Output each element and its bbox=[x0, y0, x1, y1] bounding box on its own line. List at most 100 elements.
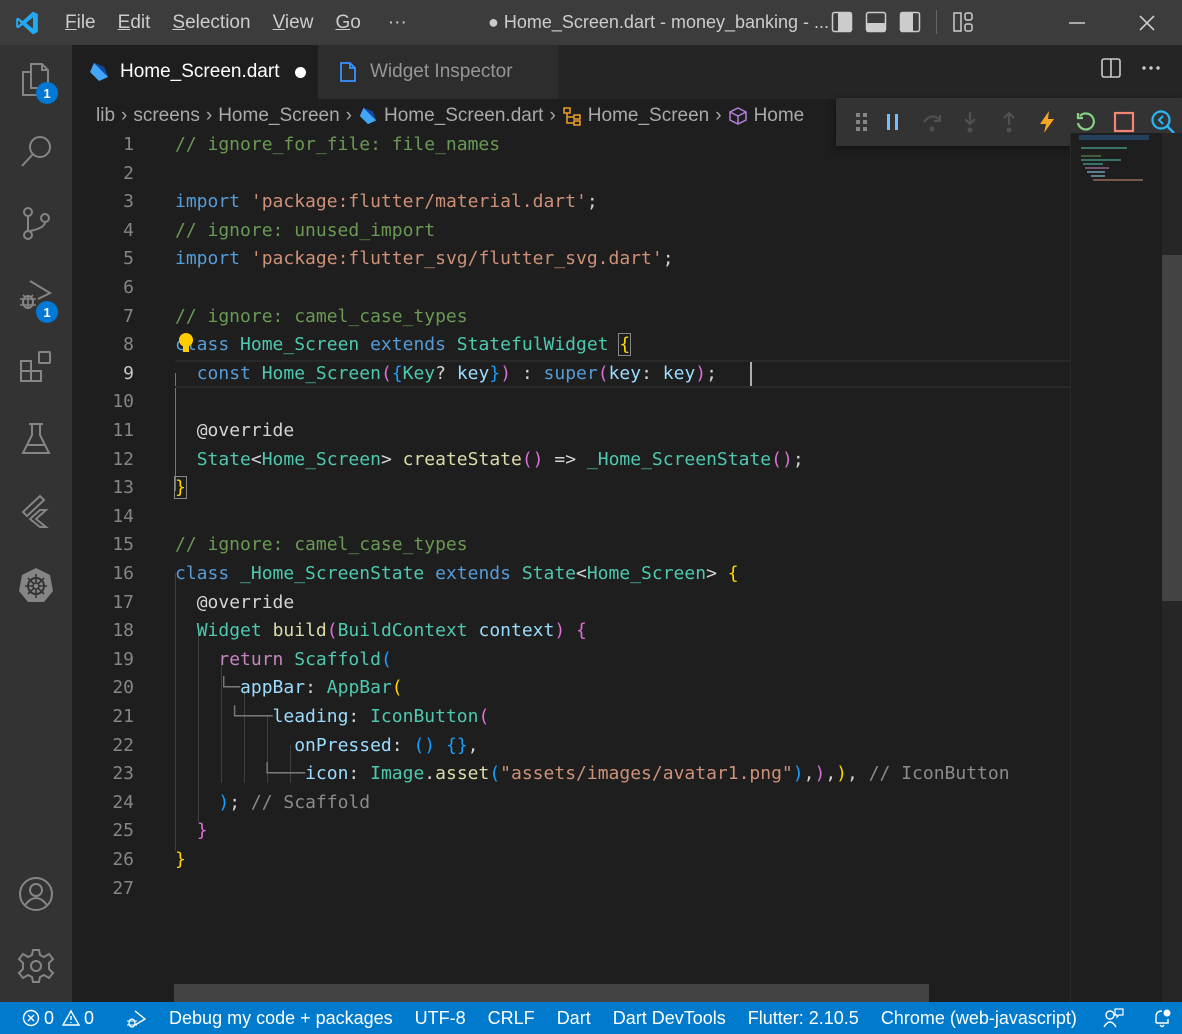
feedback-person-icon bbox=[1103, 1008, 1124, 1028]
vertical-scrollbar[interactable] bbox=[1162, 133, 1182, 1002]
split-editor-icon[interactable] bbox=[1100, 57, 1122, 79]
activity-explorer[interactable]: 1 bbox=[0, 45, 72, 113]
token: Home_Screen bbox=[261, 362, 381, 384]
breadcrumb-class[interactable]: Home_Screen bbox=[562, 105, 709, 127]
line-number: 8 bbox=[123, 334, 134, 356]
token: key bbox=[456, 362, 490, 384]
line-number: 15 bbox=[112, 534, 134, 556]
breadcrumb-lib[interactable]: lib bbox=[96, 105, 115, 127]
tab-widget-inspector[interactable]: Widget Inspector bbox=[318, 45, 558, 99]
problems-status[interactable]: 0 0 bbox=[0, 1002, 105, 1034]
menu-selection[interactable]: Selection bbox=[161, 0, 261, 45]
toggle-secondary-sidebar-icon[interactable] bbox=[898, 10, 922, 34]
step-out-button[interactable] bbox=[989, 98, 1028, 146]
activity-source-control[interactable] bbox=[0, 189, 72, 257]
code-line: 3 import 'package:flutter/material.dart'; bbox=[72, 188, 1070, 217]
activity-accounts[interactable] bbox=[0, 860, 72, 928]
menu-go-label: o bbox=[350, 12, 361, 33]
line-number: 1 bbox=[123, 134, 134, 155]
close-button[interactable] bbox=[1112, 0, 1182, 45]
activity-testing[interactable] bbox=[0, 405, 72, 473]
token: const bbox=[196, 362, 251, 384]
activity-run-debug[interactable]: 1 bbox=[0, 261, 72, 329]
activity-kubernetes[interactable] bbox=[0, 551, 72, 619]
notifications-button[interactable] bbox=[1135, 1002, 1182, 1034]
line-number: 20 bbox=[112, 677, 134, 699]
token: Scaffold bbox=[294, 648, 381, 670]
token: return bbox=[218, 648, 284, 670]
code-line: 26} bbox=[72, 846, 1070, 875]
minimap-line bbox=[1087, 171, 1105, 173]
lightbulb-icon[interactable] bbox=[178, 332, 194, 354]
testing-flask-icon bbox=[21, 423, 51, 454]
line-number: 7 bbox=[123, 305, 134, 327]
customize-layout-icon[interactable] bbox=[951, 10, 975, 34]
line-number: 22 bbox=[112, 734, 134, 756]
activity-flutter[interactable] bbox=[0, 477, 72, 545]
token: key bbox=[662, 362, 696, 384]
feedback-button[interactable] bbox=[1088, 1002, 1135, 1034]
encoding-status[interactable]: UTF-8 bbox=[404, 1002, 477, 1034]
device-status[interactable]: Chrome (web-javascript) bbox=[870, 1002, 1088, 1034]
token: _Home_ScreenState bbox=[240, 563, 425, 584]
code-editor[interactable]: 1 // ignore_for_file: file_names 2 3 impor… bbox=[72, 133, 1070, 1002]
language-status[interactable]: Dart bbox=[546, 1002, 602, 1034]
toggle-primary-sidebar-icon[interactable] bbox=[830, 10, 854, 34]
activity-extensions[interactable] bbox=[0, 333, 72, 401]
text-cursor bbox=[750, 362, 752, 386]
kubernetes-icon bbox=[19, 568, 53, 602]
code-line: 4 // ignore: unused_import bbox=[72, 217, 1070, 246]
menu-edit[interactable]: Edit bbox=[107, 0, 162, 45]
drag-handle-icon[interactable] bbox=[850, 98, 874, 146]
pause-button[interactable] bbox=[874, 98, 913, 146]
menu-edit-mnemonic: E bbox=[117, 12, 131, 33]
breadcrumb-file[interactable]: Home_Screen.dart bbox=[358, 105, 543, 127]
debug-launch-status[interactable] bbox=[105, 1002, 158, 1034]
minimap-slider[interactable] bbox=[1079, 135, 1149, 140]
debug-mode-status[interactable]: Debug my code + packages bbox=[158, 1002, 404, 1034]
menu-file[interactable]: File bbox=[54, 0, 107, 45]
step-over-button[interactable] bbox=[912, 98, 951, 146]
unsaved-dot-icon[interactable] bbox=[295, 66, 307, 78]
vertical-scrollbar-thumb[interactable] bbox=[1162, 255, 1182, 601]
activity-search[interactable] bbox=[0, 117, 72, 185]
code-line-current: 9 const Home_Screen({Key? key}) : super(… bbox=[72, 360, 1070, 389]
step-into-button[interactable] bbox=[951, 98, 990, 146]
code-line: 20 └─appBar: AppBar( bbox=[72, 674, 1070, 703]
breadcrumb-screens[interactable]: screens bbox=[133, 105, 200, 127]
hot-reload-button[interactable] bbox=[1028, 98, 1067, 146]
code-line: 18 Widget build(BuildContext context) { bbox=[72, 617, 1070, 646]
line-number: 3 bbox=[123, 191, 134, 213]
token: extends bbox=[370, 334, 446, 356]
line-number: 14 bbox=[112, 505, 134, 527]
flutter-version-status[interactable]: Flutter: 2.10.5 bbox=[737, 1002, 870, 1034]
breadcrumb-home-screen-folder[interactable]: Home_Screen bbox=[218, 105, 339, 127]
menu-bar: File Edit Selection View Go ··· bbox=[54, 0, 423, 45]
editor-actions bbox=[1100, 57, 1162, 79]
token: 'package:flutter_svg/flutter_svg.dart' bbox=[250, 248, 663, 270]
code-line: 11 @override bbox=[72, 417, 1070, 446]
line-number: 24 bbox=[112, 791, 134, 813]
token: "assets/images/avatar1.png" bbox=[500, 763, 793, 785]
minimap[interactable] bbox=[1070, 133, 1162, 1002]
code-line: 19 return Scaffold( bbox=[72, 646, 1070, 675]
window-title: ● Home_Screen.dart - money_banking - ... bbox=[488, 12, 830, 32]
line-number: 25 bbox=[112, 820, 134, 842]
activity-manage[interactable] bbox=[0, 932, 72, 1000]
code-line: 15 // ignore: camel_case_types bbox=[72, 531, 1070, 560]
token: key bbox=[608, 362, 642, 384]
more-actions-icon[interactable] bbox=[1140, 57, 1162, 79]
maximize-button[interactable] bbox=[1043, 0, 1113, 45]
menu-view[interactable]: View bbox=[262, 0, 325, 45]
eol-status[interactable]: CRLF bbox=[477, 1002, 546, 1034]
horizontal-scrollbar-thumb[interactable] bbox=[174, 984, 929, 1002]
breadcrumb-method[interactable]: Home bbox=[728, 105, 805, 127]
devtools-status[interactable]: Dart DevTools bbox=[602, 1002, 737, 1034]
menu-more[interactable]: ··· bbox=[372, 0, 423, 45]
menu-view-label: iew bbox=[284, 12, 314, 33]
tab-home-screen-dart[interactable]: Home_Screen.dart bbox=[72, 45, 318, 99]
menu-go[interactable]: Go bbox=[324, 0, 371, 45]
token: build bbox=[272, 620, 327, 642]
breadcrumb-method-label: Home bbox=[753, 105, 805, 126]
toggle-panel-icon[interactable] bbox=[864, 10, 888, 34]
